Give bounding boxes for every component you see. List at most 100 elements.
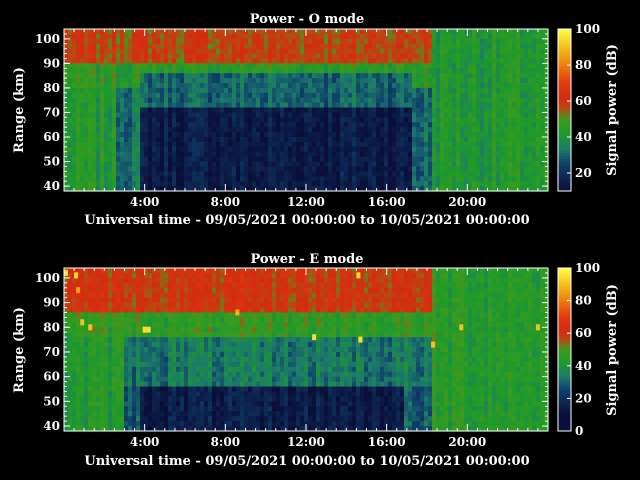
- heatmap-cell: [280, 122, 285, 128]
- heatmap-cell: [448, 151, 453, 158]
- heatmap-cell: [264, 92, 269, 99]
- heatmap-cell: [268, 53, 273, 60]
- heatmap-cell: [524, 53, 529, 60]
- heatmap-cell: [236, 156, 241, 163]
- heatmap-cell: [216, 83, 221, 89]
- heatmap-cell: [180, 127, 185, 133]
- heatmap-cell: [380, 141, 385, 148]
- heatmap-cell: [504, 73, 509, 79]
- heatmap-cell: [348, 78, 353, 84]
- heatmap-cell: [244, 171, 249, 177]
- heatmap-cell: [208, 33, 213, 40]
- heatmap-cell: [120, 87, 125, 94]
- heatmap-cell: [376, 161, 381, 168]
- heatmap-cell: [100, 156, 105, 163]
- heatmap-cell: [116, 107, 121, 114]
- heatmap-cell: [144, 137, 149, 143]
- heatmap-cell: [368, 29, 373, 35]
- heatmap-cell: [272, 107, 277, 114]
- chart-title: Power - O mode: [250, 12, 365, 27]
- heatmap-cell: [176, 29, 181, 35]
- heatmap-cell: [508, 171, 513, 177]
- heatmap-cell: [500, 161, 505, 168]
- heatmap-cell: [360, 132, 365, 138]
- heatmap-cell: [492, 166, 497, 172]
- heatmap-cell: [488, 181, 493, 187]
- heatmap-cell: [396, 92, 401, 99]
- heatmap-cell: [116, 92, 121, 99]
- heatmap-cell: [516, 48, 521, 55]
- heatmap-cell: [96, 396, 101, 402]
- heatmap-cell: [172, 137, 177, 143]
- heatmap-cell: [412, 132, 417, 138]
- heatmap-cell: [76, 416, 81, 422]
- heatmap-cell: [448, 141, 453, 148]
- heatmap-cell: [360, 156, 365, 163]
- heatmap-cell: [488, 141, 493, 148]
- heatmap-cell: [284, 73, 289, 79]
- heatmap-cell: [536, 127, 541, 133]
- heatmap-cell: [224, 146, 229, 153]
- heatmap-cell: [236, 48, 241, 55]
- heatmap-cell: [244, 107, 249, 114]
- heatmap-cell: [436, 73, 441, 79]
- heatmap-cell: [400, 43, 405, 50]
- heatmap-cell: [140, 181, 145, 187]
- heatmap-cell: [148, 391, 153, 398]
- heatmap-cell: [300, 156, 305, 163]
- heatmap-cell: [204, 48, 209, 55]
- heatmap-cell: [144, 58, 149, 64]
- heatmap-cell: [120, 381, 125, 388]
- heatmap-cell: [428, 97, 433, 104]
- heatmap-cell: [528, 146, 533, 153]
- heatmap-cell: [492, 63, 497, 69]
- heatmap-cell: [252, 146, 257, 153]
- heatmap-cell: [108, 292, 113, 299]
- heatmap-cell: [444, 38, 449, 45]
- heatmap-cell: [292, 97, 297, 104]
- heatmap-cell: [124, 327, 129, 333]
- heatmap-cell: [96, 63, 101, 69]
- heatmap-cell: [164, 181, 169, 187]
- heatmap-cell: [248, 29, 253, 35]
- heatmap-cell: [456, 63, 461, 69]
- heatmap-cell: [392, 29, 397, 35]
- heatmap-cell: [280, 117, 285, 123]
- heatmap-cell: [124, 322, 129, 328]
- heatmap-cell: [504, 83, 509, 89]
- heatmap-cell: [320, 107, 325, 114]
- heatmap-cell: [300, 146, 305, 153]
- heatmap-cell: [108, 268, 113, 274]
- heatmap-cell: [152, 97, 157, 104]
- heatmap-cell: [120, 376, 125, 383]
- heatmap-cell: [112, 327, 117, 333]
- heatmap-cell: [220, 29, 225, 35]
- heatmap-cell: [376, 38, 381, 45]
- heatmap-cell: [300, 87, 305, 94]
- heatmap-cell: [200, 102, 205, 109]
- heatmap-cell: [512, 43, 517, 50]
- heatmap-cell: [208, 78, 213, 84]
- heatmap-cell: [104, 78, 109, 84]
- heatmap-cell: [520, 73, 525, 79]
- heatmap-cell: [388, 112, 393, 118]
- heatmap-cell: [72, 151, 77, 158]
- heatmap-cell: [152, 112, 157, 118]
- heatmap-cell: [400, 97, 405, 104]
- heatmap-cell: [336, 83, 341, 89]
- heatmap-cell: [536, 151, 541, 158]
- heatmap-cell: [444, 48, 449, 55]
- heatmap-cell: [540, 137, 545, 143]
- heatmap-cell: [172, 132, 177, 138]
- heatmap-cell: [156, 112, 161, 118]
- heatmap-cell: [272, 132, 277, 138]
- heatmap-cell: [256, 107, 261, 114]
- heatmap-cell: [384, 117, 389, 123]
- heatmap-cell: [224, 58, 229, 64]
- heatmap-cell: [176, 127, 181, 133]
- heatmap-cell: [100, 53, 105, 60]
- heatmap-cell: [376, 151, 381, 158]
- heatmap-cell: [524, 141, 529, 148]
- heatmap-cell: [504, 117, 509, 123]
- heatmap-cell: [392, 58, 397, 64]
